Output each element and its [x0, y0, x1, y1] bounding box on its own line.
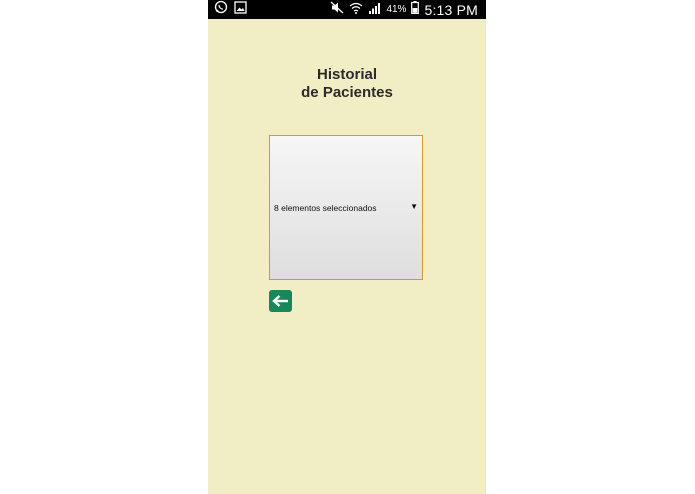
- battery-percent: 41%: [386, 4, 407, 15]
- mute-icon: [330, 1, 344, 19]
- status-bar: 41% 5:13 PM: [208, 0, 486, 19]
- clock: 5:13 PM: [424, 1, 478, 18]
- whatsapp-icon: [214, 0, 228, 19]
- multiselect-selected-label: 8 elementos seleccionados: [274, 203, 377, 213]
- wifi-icon: [349, 1, 363, 19]
- back-button[interactable]: [269, 290, 292, 312]
- status-bar-left: [214, 0, 247, 19]
- status-bar-right: 41% 5:13 PM: [330, 0, 478, 19]
- page-title-line-1: Historial: [316, 66, 377, 83]
- signal-icon: [368, 1, 381, 19]
- app-screen: 41% 5:13 PM Historial de Pacientes 8 ele…: [208, 0, 486, 494]
- page-title: Historial de Pacientes: [208, 66, 486, 102]
- dropdown-arrow-icon: ▼: [410, 202, 418, 211]
- image-notification-icon: [234, 0, 247, 19]
- battery-icon: [411, 0, 420, 19]
- arrow-left-icon: [269, 295, 292, 316]
- patients-multiselect[interactable]: 8 elementos seleccionados ▼: [269, 135, 423, 280]
- page-title-line-2: de Pacientes: [301, 84, 393, 101]
